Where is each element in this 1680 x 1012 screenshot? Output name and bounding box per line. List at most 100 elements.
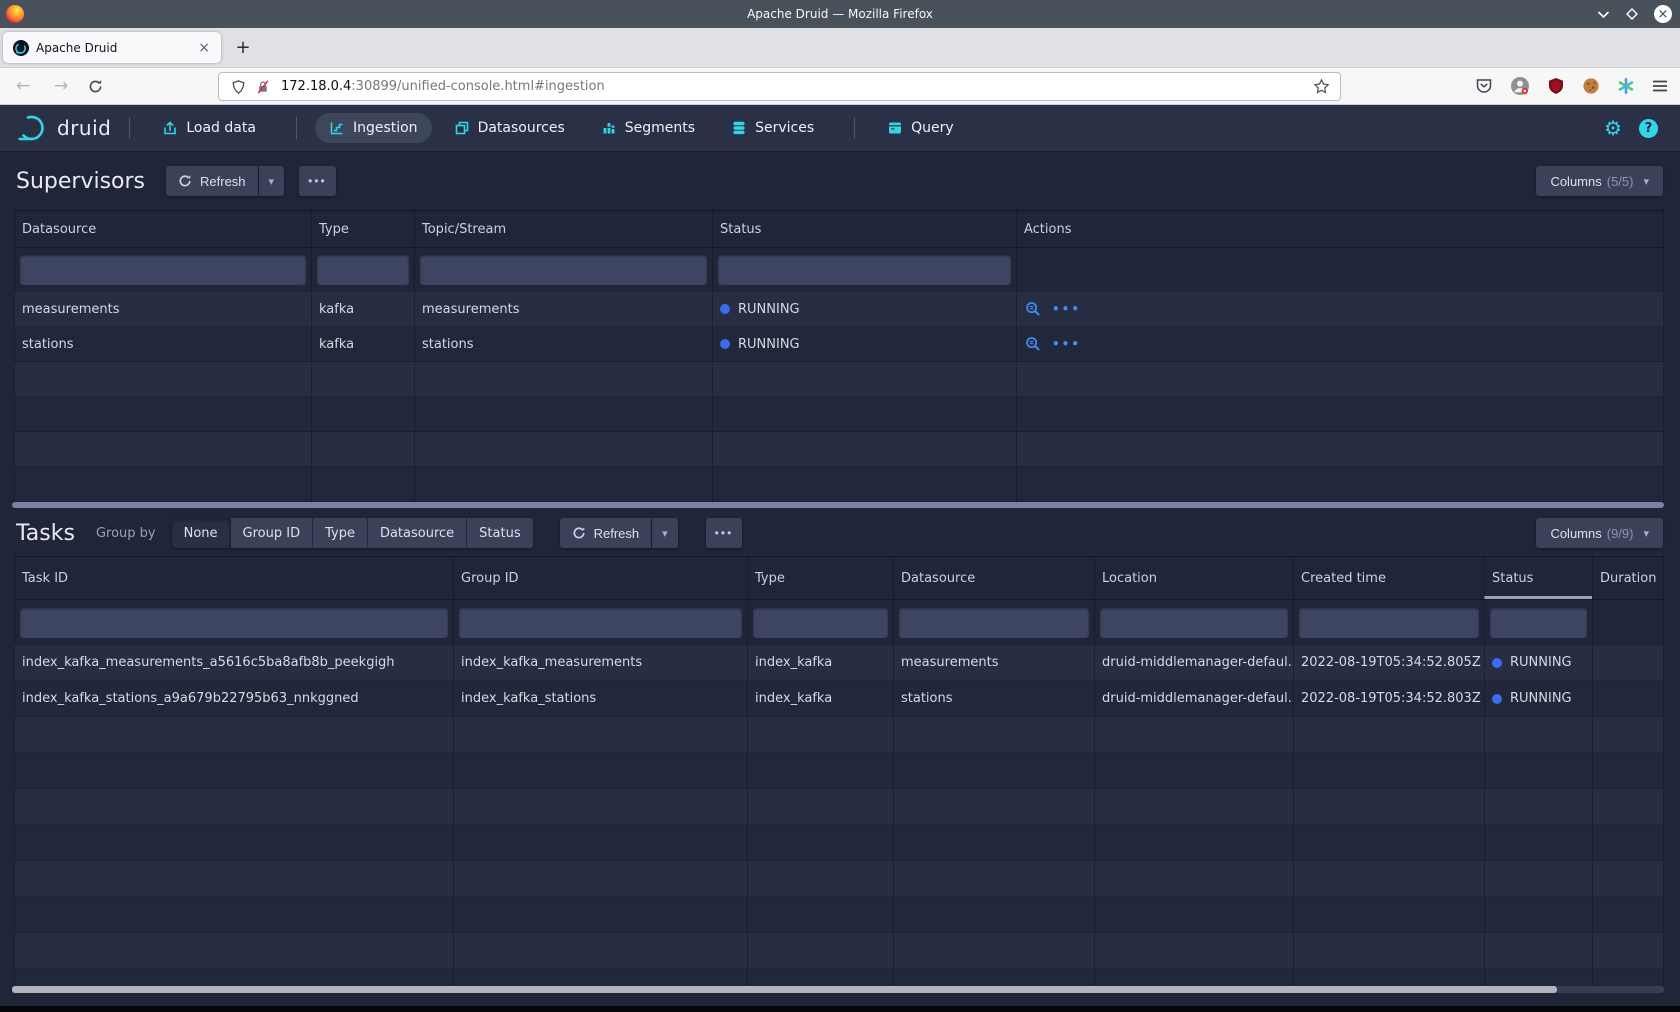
url-bar[interactable]: 172.18.0.4:30899/unified-console.html#in… (218, 72, 1341, 101)
cell-status: RUNNING (712, 292, 1016, 326)
filter-input-datasource[interactable] (20, 255, 306, 285)
nav-item-label: Load data (186, 120, 256, 136)
filter-input-location[interactable] (1100, 608, 1288, 638)
column-divider (14, 556, 15, 986)
shield-icon[interactable] (231, 79, 246, 95)
pocket-icon[interactable] (1475, 77, 1493, 95)
filter-input-status[interactable] (1490, 608, 1587, 638)
group-by-datasource-button[interactable]: Datasource (368, 518, 467, 548)
running-dot-icon (720, 339, 730, 349)
extension-asterisk-icon[interactable] (1617, 77, 1635, 95)
tasks-columns-button[interactable]: Columns (9/9) ▾ (1536, 518, 1663, 548)
browser-tab[interactable]: Apache Druid × (3, 32, 221, 63)
cell-status: RUNNING (712, 327, 1016, 361)
supervisor-row[interactable]: stations kafka stations RUNNING ••• (14, 327, 1664, 362)
supervisors-refresh-caret-button[interactable]: ▾ (259, 166, 285, 196)
group-by-status-button[interactable]: Status (467, 518, 532, 548)
tab-bar: Apache Druid × + (0, 28, 1680, 68)
task-row[interactable]: index_kafka_measurements_a5616c5ba8afb8b… (14, 645, 1664, 681)
caret-down-icon: ▾ (1643, 527, 1649, 540)
cell-task-id: index_kafka_measurements_a5616c5ba8afb8b… (14, 645, 453, 680)
columns-label: Columns (1550, 174, 1601, 189)
group-by-group-id-button[interactable]: Group ID (231, 518, 314, 548)
row-more-icon[interactable]: ••• (1052, 337, 1081, 351)
scrollbar-thumb[interactable] (12, 502, 1664, 508)
caret-down-icon: ▾ (1643, 175, 1649, 188)
supervisor-row[interactable]: measurements kafka measurements RUNNING … (14, 292, 1664, 327)
inspect-icon[interactable] (1025, 301, 1041, 317)
url-text: 172.18.0.4:30899/unified-console.html#in… (281, 79, 1313, 94)
column-header-status-sorted[interactable]: Status (1484, 557, 1592, 599)
nav-item-ingestion[interactable]: Ingestion (315, 113, 432, 143)
table-row-empty (14, 933, 1664, 969)
group-by-type-button[interactable]: Type (313, 518, 368, 548)
scrollbar-thumb[interactable] (12, 986, 1557, 993)
window-close-button[interactable]: × (1654, 5, 1672, 23)
supervisors-more-button[interactable]: ••• (299, 166, 336, 196)
gear-icon[interactable]: ⚙ (1604, 118, 1622, 138)
table-row-empty (14, 397, 1664, 432)
nav-item-datasources[interactable]: Datasources (440, 113, 579, 143)
nav-item-query[interactable]: Query (873, 113, 968, 143)
column-header-datasource[interactable]: Datasource (893, 557, 1094, 599)
nav-item-load-data[interactable]: Load data (148, 113, 270, 143)
tasks-more-button[interactable]: ••• (706, 518, 743, 548)
tasks-table-header: Task ID Group ID Type Datasource Locatio… (14, 556, 1664, 600)
brand-text: druid (57, 116, 111, 140)
inspect-icon[interactable] (1025, 336, 1041, 352)
filter-input-group-id[interactable] (459, 608, 742, 638)
insecure-lock-icon[interactable] (255, 79, 271, 95)
druid-logo[interactable]: druid (16, 113, 111, 143)
column-header-duration[interactable]: Duration (1592, 557, 1664, 599)
account-extension-icon[interactable] (1510, 76, 1530, 96)
column-divider (1484, 556, 1485, 986)
filter-input-created-time[interactable] (1299, 608, 1479, 638)
column-header-topic[interactable]: Topic/Stream (414, 211, 712, 247)
task-row[interactable]: index_kafka_stations_a9a679b22795b63_nnk… (14, 681, 1664, 717)
tasks-refresh-button[interactable]: Refresh (560, 518, 652, 548)
reload-icon[interactable] (88, 68, 103, 104)
tasks-refresh-caret-button[interactable]: ▾ (652, 518, 678, 548)
forward-icon[interactable]: → (54, 68, 68, 104)
group-by-none-button[interactable]: None (172, 518, 231, 548)
cell-topic: measurements (414, 292, 712, 326)
columns-count: (5/5) (1607, 174, 1634, 189)
running-dot-icon (1492, 694, 1502, 704)
help-icon[interactable]: ? (1639, 119, 1658, 138)
ublock-icon[interactable] (1547, 77, 1565, 95)
window-title: Apache Druid — Mozilla Firefox (0, 7, 1680, 21)
filter-input-status[interactable] (718, 255, 1011, 285)
filter-input-datasource[interactable] (899, 608, 1089, 638)
filter-input-type[interactable] (753, 608, 888, 638)
tab-close-icon[interactable]: × (195, 40, 213, 56)
nav-item-label: Services (755, 120, 814, 136)
segments-icon (601, 120, 617, 136)
column-header-type[interactable]: Type (747, 557, 893, 599)
nav-item-services[interactable]: Services (717, 113, 828, 143)
filter-input-topic[interactable] (420, 255, 707, 285)
column-header-location[interactable]: Location (1094, 557, 1293, 599)
cookie-icon[interactable] (1582, 77, 1600, 95)
window-maximize-icon[interactable] (1625, 7, 1639, 21)
column-header-group-id[interactable]: Group ID (453, 557, 747, 599)
column-header-status[interactable]: Status (712, 211, 1016, 247)
hamburger-menu-icon[interactable] (1652, 79, 1668, 93)
column-header-created-time[interactable]: Created time (1293, 557, 1484, 599)
group-by-button-group: None Group ID Type Datasource Status (172, 518, 533, 548)
column-header-task-id[interactable]: Task ID (14, 557, 453, 599)
filter-input-task-id[interactable] (20, 608, 448, 638)
status-text: RUNNING (738, 302, 800, 317)
filter-input-type[interactable] (317, 255, 409, 285)
supervisors-columns-button[interactable]: Columns (5/5) ▾ (1536, 166, 1663, 196)
window-minimize-icon[interactable] (1597, 10, 1610, 19)
supervisors-refresh-button[interactable]: Refresh (166, 166, 258, 196)
cell-actions: ••• (1016, 292, 1664, 326)
row-more-icon[interactable]: ••• (1052, 302, 1081, 316)
nav-divider (296, 117, 297, 139)
new-tab-button[interactable]: + (229, 34, 257, 62)
column-header-datasource[interactable]: Datasource (14, 211, 311, 247)
column-header-type[interactable]: Type (311, 211, 414, 247)
back-icon[interactable]: ← (16, 68, 30, 104)
nav-item-segments[interactable]: Segments (587, 113, 709, 143)
bookmark-star-icon[interactable] (1313, 78, 1330, 95)
